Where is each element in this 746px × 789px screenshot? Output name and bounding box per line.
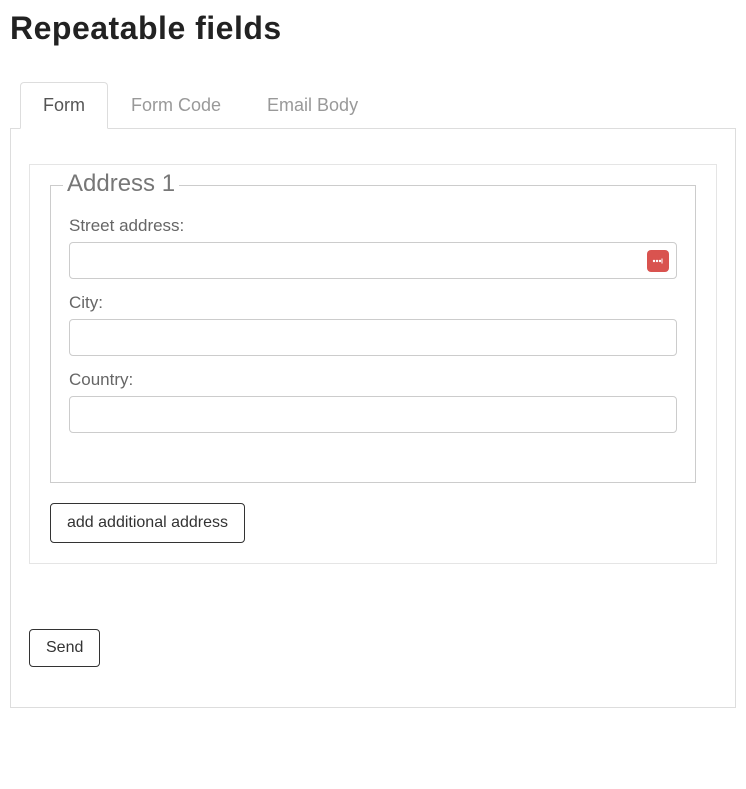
city-input[interactable] — [69, 319, 677, 356]
street-input-wrapper — [69, 242, 677, 279]
form-group-city: City: — [69, 293, 677, 356]
country-input[interactable] — [69, 396, 677, 433]
send-button[interactable]: Send — [29, 629, 100, 667]
fieldset-legend: Address 1 — [63, 170, 179, 198]
city-label: City: — [69, 293, 677, 313]
dots-icon — [651, 254, 665, 268]
form-group-street: Street address: — [69, 216, 677, 279]
password-manager-icon[interactable] — [647, 250, 669, 272]
tab-content: Address 1 Street address: — [10, 128, 736, 708]
tab-form-code[interactable]: Form Code — [108, 82, 244, 128]
street-label: Street address: — [69, 216, 677, 236]
tab-form[interactable]: Form — [20, 82, 108, 129]
tab-email-body[interactable]: Email Body — [244, 82, 381, 128]
tabs-container: Form Form Code Email Body Address 1 Stre… — [10, 82, 736, 708]
tabs-list: Form Form Code Email Body — [20, 82, 736, 128]
street-input[interactable] — [69, 242, 677, 279]
form-group-country: Country: — [69, 370, 677, 433]
add-address-button[interactable]: add additional address — [50, 503, 245, 543]
form-card: Address 1 Street address: — [29, 164, 717, 564]
page-title: Repeatable fields — [10, 10, 736, 47]
address-fieldset: Address 1 Street address: — [50, 185, 696, 483]
country-label: Country: — [69, 370, 677, 390]
